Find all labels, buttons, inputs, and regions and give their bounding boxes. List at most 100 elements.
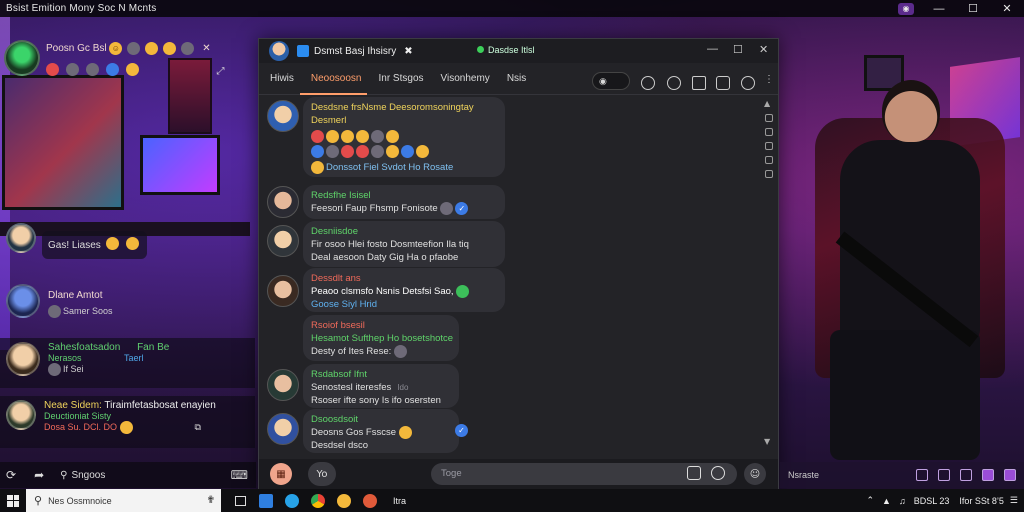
avatar <box>6 223 36 253</box>
scroll-tool-icon <box>765 114 773 122</box>
mic-icon[interactable]: ✟ <box>207 495 215 506</box>
pin-icon[interactable]: ✖ <box>404 46 412 57</box>
message-bubble[interactable]: Redsfhe Isisel Feesori Faup Fhsmp Foniso… <box>303 185 505 219</box>
fire-emoji-icon <box>356 145 369 158</box>
message-bubble[interactable]: Dessdlt ans Peaoo clsmsfo Nsnis Detsfsi … <box>303 268 505 312</box>
scroll-down-icon[interactable]: ▼ <box>764 437 770 446</box>
share-icon[interactable]: ➦ <box>34 468 44 482</box>
smile-emoji-icon <box>119 421 133 434</box>
message-line: Desmerl <box>311 115 347 126</box>
message-bubble[interactable]: Desniisdoe Fir osoo Hlei fosto Dosmteefi… <box>303 221 505 267</box>
start-button[interactable] <box>0 489 26 512</box>
shield-emoji-icon <box>106 63 120 76</box>
message-line: Deosns Gos Fsscse <box>311 427 396 439</box>
emoji-icon[interactable] <box>741 76 755 90</box>
folder-icon[interactable] <box>716 76 730 90</box>
reaction-icon <box>440 202 454 215</box>
attach-button[interactable]: ▦ <box>270 463 292 485</box>
app-launcher-icon[interactable] <box>982 469 994 481</box>
network-icon[interactable]: ▲ <box>882 496 891 506</box>
app-icon <box>297 45 309 57</box>
taskbar-app-label[interactable]: Itra <box>393 496 406 506</box>
sidebar-item-3[interactable]: Sahesfoatsadon Fan Be Nerasos Taerl If S… <box>0 338 255 388</box>
window-maximize-button[interactable]: ☐ <box>733 43 743 56</box>
os-title-bar: Bsist Emition Mony Soc N Mcnts ◉ — ☐ ✕ <box>0 0 1024 17</box>
avatar <box>6 342 40 376</box>
search-icon[interactable]: ⚲ <box>60 470 67 481</box>
chevron-up-icon[interactable]: ⌃ <box>866 495 874 506</box>
tab-4[interactable]: Nsis <box>496 63 532 95</box>
search-icon: ◉ <box>599 76 607 86</box>
message-bubble[interactable]: Rsoiof bsesil Hesamot Sufthep Ho bosetsh… <box>303 315 459 361</box>
tab-2[interactable]: Inr Stsgos <box>367 63 429 95</box>
message-bubble[interactable]: Desdsne frsNsme Deesoromsoningtay Desmer… <box>303 97 505 177</box>
scrollbar[interactable]: ▲ ▼ <box>764 99 774 459</box>
message-line: Desty of Ites Rese: <box>311 346 392 358</box>
notification-center-icon[interactable]: ☰ <box>1010 495 1018 506</box>
sidebar-item-4[interactable]: Neae Sidem: Tiraimfetasbosat enayien Deu… <box>0 396 255 448</box>
tab-1[interactable]: Neoosoosn <box>299 63 368 95</box>
taskbar-clock[interactable]: BDSL 23 <box>914 496 950 506</box>
camera-icon[interactable] <box>916 469 928 481</box>
volume-icon[interactable]: ♫ <box>899 496 906 506</box>
close-button[interactable]: ✕ <box>990 2 1024 15</box>
chrome-icon[interactable] <box>307 489 329 512</box>
sidebar-item-2[interactable]: Dlane Amtot Samer Soos <box>0 284 255 324</box>
refresh-icon[interactable]: ⟳ <box>6 468 16 482</box>
star-emoji-icon <box>386 145 399 158</box>
notifications-icon[interactable] <box>1004 469 1016 481</box>
window-status: Dasdse Itlsl <box>477 45 535 55</box>
sidebar-item-label: Dlane Amtot <box>48 290 103 301</box>
sidebar-item-1[interactable]: Gas! Liases <box>0 223 255 259</box>
edge-icon[interactable] <box>281 489 303 512</box>
message-line: Senostesl iteresfes <box>311 382 392 393</box>
maximize-button[interactable]: ☐ <box>956 2 990 15</box>
voice-button[interactable]: Yo <box>308 462 336 486</box>
taskbar-search[interactable]: ⚲ Nes Ossmnoice ✟ <box>26 489 221 512</box>
store-icon[interactable] <box>255 489 277 512</box>
message-author: Dsoosdsoit <box>311 414 358 425</box>
chat-icon[interactable] <box>938 469 950 481</box>
tab-0[interactable]: Hiwis <box>259 63 300 95</box>
avatar <box>6 284 40 318</box>
sticker-icon[interactable] <box>687 466 701 480</box>
task-view-icon[interactable] <box>229 489 251 512</box>
minimize-button[interactable]: — <box>922 3 956 15</box>
cool-emoji-icon <box>311 145 324 158</box>
sidebar-top-user[interactable]: Poosn Gc Bsl ☺ ✕ ⤢ <box>0 40 255 77</box>
window-close-button[interactable]: ✕ <box>759 43 768 56</box>
avatar <box>6 400 36 430</box>
browser-icon[interactable] <box>359 489 381 512</box>
emoji-picker-icon[interactable] <box>711 466 725 480</box>
tab-search-field[interactable] <box>592 72 630 90</box>
avatar <box>267 369 299 401</box>
left-search-label[interactable]: Sngoos <box>71 470 105 481</box>
message-bubble[interactable]: Dsoosdsoit Deosns Gos Fsscse Desdsel dsc… <box>303 409 459 453</box>
emoji-app-icon[interactable] <box>333 489 355 512</box>
list-icon[interactable] <box>692 76 706 90</box>
more-icon[interactable]: ⋮ <box>764 74 774 85</box>
send-button[interactable]: ☺ <box>744 463 766 485</box>
message-line: Deal aesoon Daty Gig Ha o pfaobe <box>311 252 459 263</box>
grin-emoji-icon <box>162 42 176 55</box>
taskbar-search-text: Nes Ossmnoice <box>48 495 112 506</box>
copy-icon[interactable]: ⧉ <box>195 422 201 432</box>
expand-icon[interactable]: ⤢ <box>216 66 224 77</box>
keyboard-icon[interactable]: ⌨ <box>231 468 248 482</box>
scroll-up-icon[interactable]: ▲ <box>764 99 774 108</box>
clock-icon[interactable] <box>667 76 681 90</box>
users-icon[interactable] <box>641 76 655 90</box>
sidebar-item-label: Sahesfoatsadon <box>48 342 121 353</box>
smile-emoji-icon: ☺ <box>109 42 123 55</box>
window-title: Dsmst Basj Ihsisry <box>314 45 397 57</box>
window-minimize-button[interactable]: — <box>707 43 718 55</box>
message-bubble[interactable]: Rsdabsof Ifnt Senostesl iteresfes Ido Rso… <box>303 364 459 408</box>
status-icon <box>48 305 61 318</box>
tab-3[interactable]: Visonhemy <box>430 63 496 95</box>
monitor-icon[interactable] <box>960 469 972 481</box>
taskbar-date[interactable]: Ifor SSt 8’5 <box>959 496 1004 506</box>
close-icon[interactable]: ✕ <box>202 43 210 54</box>
os-title: Bsist Emition Mony Soc N Mcnts <box>6 3 157 14</box>
window-title-bar: Dsmst Basj Ihsisry ✖ Dasdse Itlsl — ☐ ✕ <box>259 39 778 63</box>
app-badge-icon[interactable]: ◉ <box>898 2 914 15</box>
